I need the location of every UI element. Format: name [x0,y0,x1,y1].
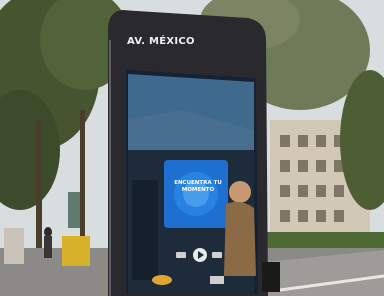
car [262,262,280,292]
logo-mark [210,276,224,284]
logo-mark [152,275,172,285]
person-body [224,201,256,276]
bench [4,228,24,264]
yellow-sign [62,236,90,266]
podcast-title: ENCUENTRA TU MOMENTO [174,180,222,193]
pedestrian [44,227,52,237]
street-sign [68,192,80,228]
person-head [229,181,251,203]
player-control [212,252,222,258]
kiosk-location-label: AV. MÉXICO [127,36,195,47]
player-control [176,252,186,258]
